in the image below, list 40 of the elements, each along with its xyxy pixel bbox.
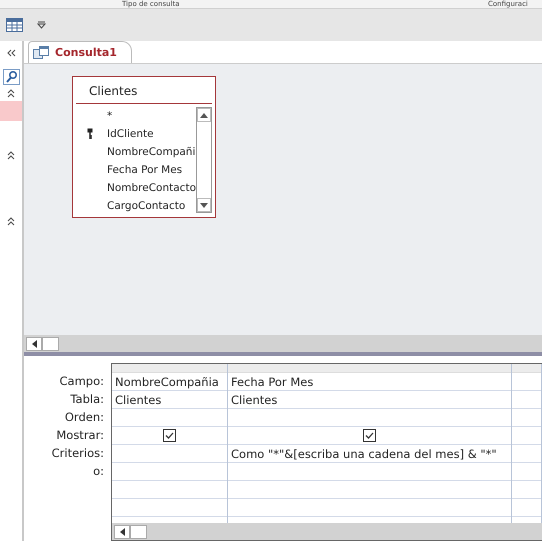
dropdown-icon[interactable]: [37, 21, 46, 29]
scroll-down-icon[interactable]: [200, 202, 208, 208]
field-name[interactable]: NombreContacto: [107, 182, 196, 194]
horizontal-scrollbar[interactable]: [24, 335, 542, 352]
checkbox[interactable]: [163, 429, 176, 442]
table-icon[interactable]: [6, 18, 23, 32]
table-cell[interactable]: Clientes: [115, 392, 162, 406]
row-label: Criterios:: [50, 445, 104, 462]
scroll-left-icon[interactable]: [120, 528, 124, 536]
criteria-cell[interactable]: Como "*"&[escriba una cadena del mes] & "*": [231, 446, 497, 460]
field-list-window[interactable]: Clientes * IdCliente NombreCompañi Fecha Por Mes NombreContacto CargoContacto: [72, 76, 216, 218]
scroll-left-icon[interactable]: [32, 340, 36, 348]
collapse-icon[interactable]: [6, 49, 16, 57]
checkbox[interactable]: [363, 429, 376, 442]
search-icon[interactable]: [2, 69, 20, 85]
scroll-thumb[interactable]: [130, 524, 147, 538]
row-label: Orden:: [64, 409, 104, 426]
horizontal-scrollbar[interactable]: [112, 523, 542, 540]
field-cell[interactable]: Fecha Por Mes: [231, 374, 314, 388]
expand-up-icon[interactable]: [7, 217, 15, 226]
field-list-title: Clientes: [76, 77, 212, 104]
field-cell[interactable]: NombreCompañia: [115, 374, 219, 388]
expand-up-icon[interactable]: [7, 151, 15, 160]
field-name[interactable]: *: [107, 110, 112, 122]
row-label: o:: [92, 463, 104, 480]
row-label: Campo:: [58, 373, 104, 390]
field-name[interactable]: IdCliente: [107, 128, 154, 140]
scroll-thumb[interactable]: [42, 336, 59, 350]
row-label: Mostrar:: [55, 427, 104, 444]
field-name[interactable]: NombreCompañi: [107, 146, 196, 158]
design-grid[interactable]: NombreCompañia Clientes Fecha Por Mes Clientes Como "*"&[escriba una cadena del mes] & "*": [111, 363, 542, 541]
scroll-up-icon[interactable]: [200, 112, 208, 118]
field-name[interactable]: CargoContacto: [107, 200, 186, 212]
table-cell[interactable]: Clientes: [231, 392, 278, 406]
query-icon: [33, 46, 49, 60]
query-tab[interactable]: Consulta1: [28, 41, 132, 63]
row-label: Tabla:: [69, 391, 104, 408]
field-name[interactable]: Fecha Por Mes: [107, 164, 182, 176]
vertical-scrollbar[interactable]: [196, 107, 212, 213]
expand-up-icon[interactable]: [7, 89, 15, 98]
